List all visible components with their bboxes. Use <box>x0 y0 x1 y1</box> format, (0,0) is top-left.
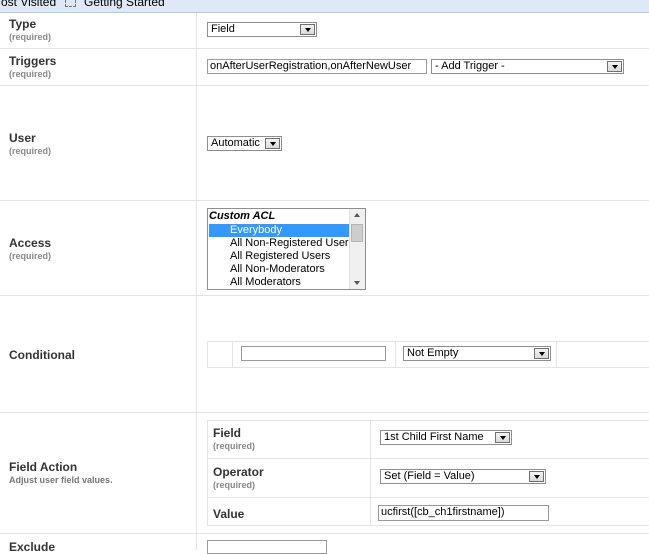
bookmark-most-visited[interactable]: Most Visited <box>0 0 56 9</box>
fa-operator-label-text: Operator <box>213 465 264 479</box>
fa-operator-required: (required) <box>213 480 256 490</box>
user-row <box>0 86 649 201</box>
exclude-label: Exclude <box>9 540 55 554</box>
bookmark-getting-started[interactable]: Getting Started <box>84 0 165 9</box>
access-group-label: Custom ACL <box>209 210 276 222</box>
fa-value-label: Value <box>213 507 244 521</box>
exclude-label-text: Exclude <box>9 540 56 554</box>
access-option-everybody[interactable]: Everybody <box>209 224 349 237</box>
conditional-label: Conditional <box>9 348 75 362</box>
access-label-text: Access <box>9 236 52 250</box>
triggers-label: Triggers (required) <box>9 54 56 79</box>
chevron-down-icon <box>495 432 510 443</box>
add-trigger-value: - Add Trigger - <box>435 60 505 72</box>
fa-operator-select-value: Set (Field = Value) <box>384 470 475 482</box>
fa-value-label-text: Value <box>213 507 245 521</box>
user-label-text: User <box>9 131 36 145</box>
access-option-non-registered[interactable]: All Non-Registered Users <box>209 237 354 250</box>
cell-divider <box>395 342 396 367</box>
fa-column-divider <box>370 421 371 526</box>
field-action-label: Field Action Adjust user field values. <box>9 460 113 485</box>
access-option-non-moderators[interactable]: All Non-Moderators <box>209 263 349 276</box>
triggers-label-text: Triggers <box>9 54 57 68</box>
type-select[interactable]: Field <box>207 22 317 37</box>
triggers-input[interactable]: onAfterUserRegistration,onAfterNewUser <box>207 59 427 74</box>
access-option-registered[interactable]: All Registered Users <box>209 250 349 263</box>
type-select-value: Field <box>211 23 235 35</box>
fa-field-required: (required) <box>213 441 256 451</box>
field-action-description: Adjust user field values. <box>9 475 113 485</box>
conditional-field-input[interactable] <box>241 346 386 361</box>
fa-operator-select[interactable]: Set (Field = Value) <box>380 469 546 484</box>
access-scrollbar[interactable] <box>349 209 365 289</box>
exclude-input[interactable] <box>207 540 327 554</box>
chevron-down-icon <box>265 138 280 149</box>
scroll-thumb[interactable] <box>351 224 363 242</box>
chevron-down-icon <box>529 471 544 482</box>
access-required: (required) <box>9 251 52 261</box>
user-select[interactable]: Automatic <box>207 136 282 151</box>
conditional-operator-select[interactable]: Not Empty <box>403 346 551 361</box>
user-label: User (required) <box>9 131 51 156</box>
triggers-required: (required) <box>9 69 52 79</box>
access-label: Access (required) <box>9 236 51 261</box>
fa-value-input[interactable]: ucfirst([cb_ch1firstname]) <box>378 505 549 521</box>
cell-divider <box>556 342 557 367</box>
page-icon <box>65 0 76 7</box>
user-required: (required) <box>9 146 52 156</box>
type-label-text: Type <box>9 17 37 31</box>
fa-operator-label: Operator (required) <box>213 465 264 490</box>
field-action-label-text: Field Action <box>9 460 78 474</box>
chevron-down-icon <box>300 24 315 35</box>
fa-field-label: Field (required) <box>213 426 255 451</box>
type-row <box>0 13 649 49</box>
cell-divider <box>232 342 233 367</box>
add-trigger-select[interactable]: - Add Trigger - <box>431 59 624 74</box>
type-required: (required) <box>9 32 52 42</box>
user-select-value: Automatic <box>211 137 260 149</box>
type-label: Type (required) <box>9 17 51 42</box>
access-option-moderators[interactable]: All Moderators <box>209 276 349 289</box>
fa-field-label-text: Field <box>213 426 242 440</box>
scroll-up-icon[interactable] <box>354 213 360 217</box>
fa-field-select[interactable]: 1st Child First Name <box>380 430 512 445</box>
access-listbox[interactable]: Custom ACL Everybody All Non-Registered … <box>207 208 366 290</box>
scroll-down-icon[interactable] <box>354 281 360 285</box>
chevron-down-icon <box>607 61 622 72</box>
fa-field-select-value: 1st Child First Name <box>384 431 484 443</box>
bookmarks-toolbar: Most Visited Getting Started <box>0 0 649 13</box>
conditional-label-text: Conditional <box>9 348 75 362</box>
chevron-down-icon <box>534 348 549 359</box>
conditional-operator-value: Not Empty <box>407 347 459 359</box>
